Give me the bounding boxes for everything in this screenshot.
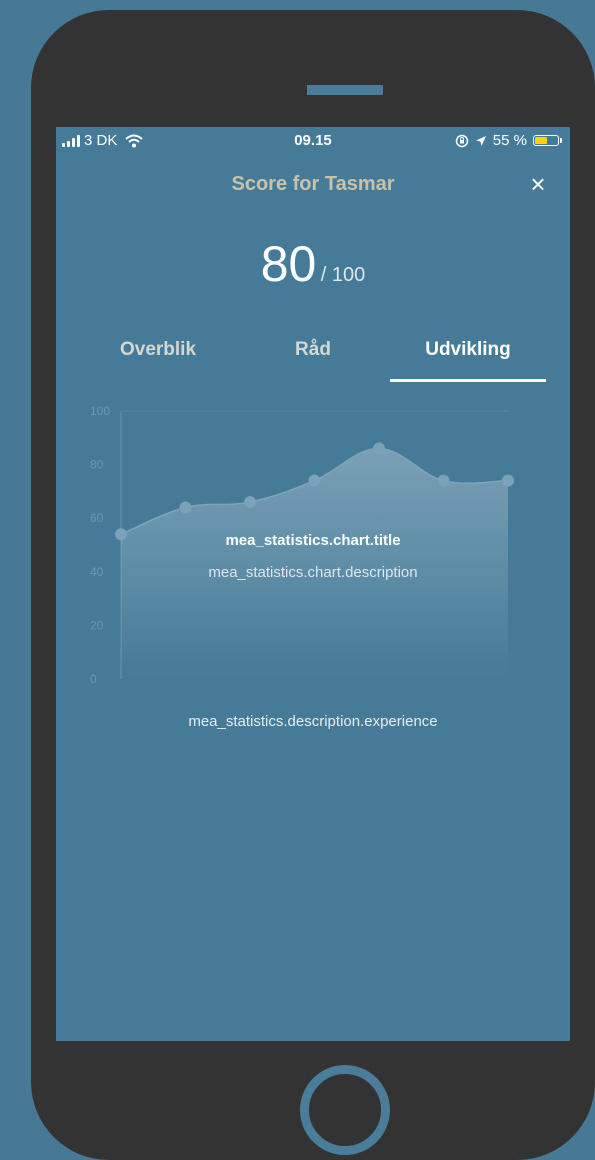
y-tick-label: 20 — [90, 618, 104, 632]
chart-data-point[interactable] — [502, 474, 514, 487]
chart-data-point[interactable] — [308, 474, 321, 487]
chart-data-point[interactable] — [179, 501, 192, 514]
score-display: 80 / 100 — [56, 235, 570, 293]
y-tick-label: 80 — [90, 458, 104, 472]
chart-data-point[interactable] — [373, 442, 385, 455]
orientation-lock-icon — [455, 134, 469, 147]
experience-description: mea_statistics.description.experience — [188, 713, 438, 730]
chart-data-point[interactable] — [244, 496, 256, 509]
tab-udvikling[interactable]: Udvikling — [388, 339, 548, 361]
y-tick-label: 60 — [90, 511, 104, 525]
chart-description: mea_statistics.chart.description — [208, 564, 418, 581]
score-value: 80 — [260, 236, 317, 292]
app-screen: 3 DK 09.15 55 % Score for Tasmar × 80 / … — [56, 127, 570, 1041]
chart-title: mea_statistics.chart.title — [225, 532, 401, 549]
chart-data-point[interactable] — [437, 474, 450, 487]
status-bar: 3 DK 09.15 55 % — [56, 127, 570, 155]
page-title: Score for Tasmar — [231, 173, 395, 195]
battery-icon — [533, 135, 562, 146]
active-tab-indicator — [390, 379, 546, 382]
tab-raad[interactable]: Råd — [233, 339, 393, 361]
y-tick-label: 100 — [90, 404, 110, 418]
close-icon[interactable]: × — [524, 171, 552, 199]
tab-overblik[interactable]: Overblik — [78, 339, 238, 361]
y-tick-label: 0 — [90, 672, 97, 686]
battery-percent: 55 % — [492, 132, 527, 149]
phone-speaker — [307, 85, 383, 95]
home-button[interactable] — [300, 1065, 390, 1155]
location-icon — [475, 135, 486, 146]
score-max: / 100 — [320, 264, 366, 286]
